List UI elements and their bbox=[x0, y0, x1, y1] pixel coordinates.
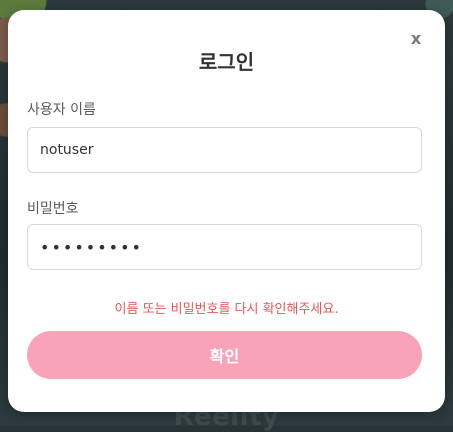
confirm-button[interactable]: 확인 bbox=[27, 331, 422, 379]
modal-title: 로그인 bbox=[198, 50, 255, 74]
username-label: 사용자 이름 bbox=[27, 102, 96, 118]
login-modal: x 로그인 사용자 이름 비밀번호 이름 또는 비밀번호를 다시 확인해주세요.… bbox=[8, 10, 445, 412]
error-message: 이름 또는 비밀번호를 다시 확인해주세요. bbox=[114, 302, 339, 317]
password-label: 비밀번호 bbox=[27, 201, 79, 217]
password-input[interactable] bbox=[27, 224, 422, 270]
username-input[interactable] bbox=[27, 127, 422, 173]
